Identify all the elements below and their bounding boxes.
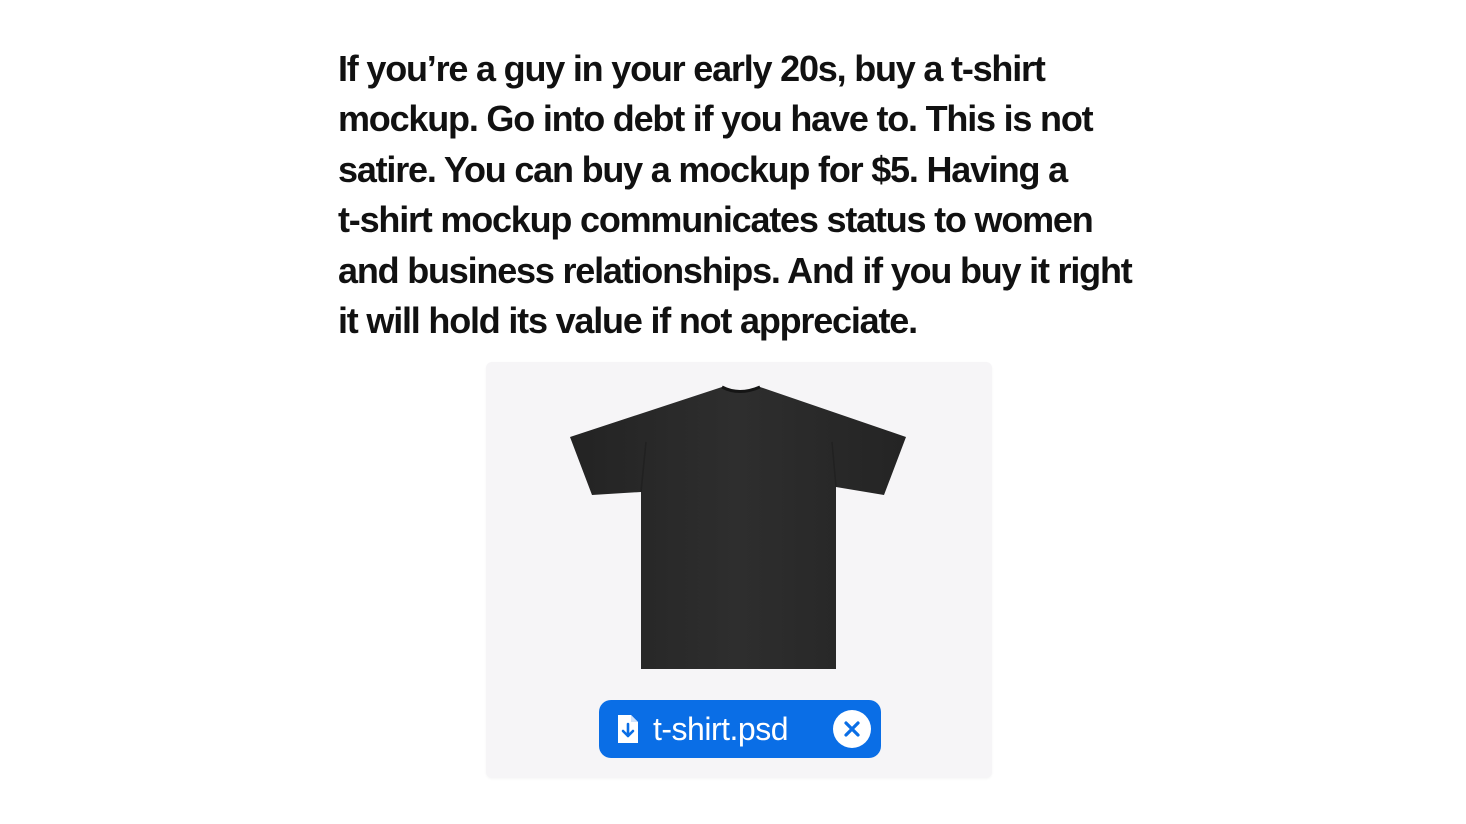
post-text: If you’re a guy in your early 20s, buy a… (338, 44, 1178, 346)
file-name: t-shirt.psd (653, 710, 788, 747)
post-text-line: mockup. Go into debt if you have to. Thi… (338, 98, 1094, 140)
close-icon (844, 721, 860, 737)
post-text-line: If you’re a guy in your early 20s, buy a… (338, 48, 1046, 89)
attachment-preview-card: t-shirt.psd (486, 362, 992, 778)
post-text-line: satire. You can buy a mockup for $5. Hav… (338, 148, 1068, 190)
file-download-icon (617, 714, 639, 744)
post-text-line: t-shirt mockup communicates status to wo… (338, 199, 1094, 241)
tshirt-body (570, 387, 906, 669)
attached-file-chip[interactable]: t-shirt.psd (599, 700, 881, 758)
post-text-line: it will hold its value if not appreciate… (338, 300, 918, 342)
tshirt-image (570, 385, 906, 669)
remove-attachment-button[interactable] (833, 710, 871, 748)
post-text-line: and business relationships. And if you b… (338, 249, 1133, 291)
